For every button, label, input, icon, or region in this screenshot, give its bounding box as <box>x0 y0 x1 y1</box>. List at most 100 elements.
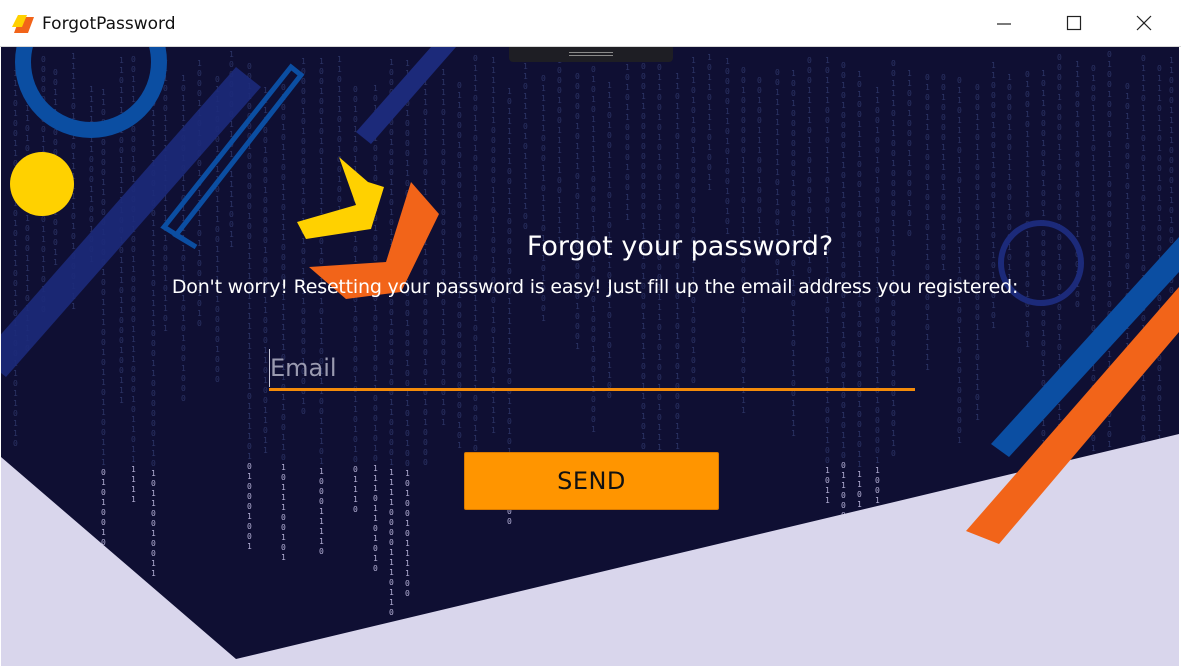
binary-digit: 1 <box>1141 214 1146 223</box>
send-button[interactable]: SEND <box>464 452 719 510</box>
binary-digit: 1 <box>791 399 796 408</box>
binary-digit: 1 <box>405 519 410 528</box>
binary-digit: 1 <box>925 143 930 152</box>
binary-digit: 0 <box>423 298 428 307</box>
binary-digit: 1 <box>247 432 252 441</box>
binary-digit: 0 <box>1025 210 1030 219</box>
binary-digit: 0 <box>119 336 124 345</box>
binary-digit: 1 <box>707 53 712 62</box>
binary-digit: 0 <box>741 106 746 115</box>
binary-digit: 1 <box>441 418 446 427</box>
binary-digit: 1 <box>857 220 862 229</box>
binary-digit: 1 <box>1057 173 1062 182</box>
binary-digit: 1 <box>957 126 962 135</box>
binary-digit: 0 <box>707 93 712 102</box>
yellow-circle-shape <box>10 152 74 216</box>
binary-digit: 1 <box>507 407 512 416</box>
binary-digit: 0 <box>1141 394 1146 403</box>
binary-digit: 0 <box>991 81 996 90</box>
binary-digit: 0 <box>405 499 410 508</box>
binary-digit: 0 <box>423 338 428 347</box>
binary-digit: 0 <box>151 509 156 518</box>
binary-digit: 0 <box>1157 384 1162 393</box>
binary-digit: 0 <box>691 166 696 175</box>
binary-digit: 1 <box>319 457 324 466</box>
binary-digit: 0 <box>1107 130 1112 139</box>
drag-handle[interactable] <box>509 47 673 62</box>
binary-digit: 0 <box>1075 150 1080 159</box>
binary-digit: 1 <box>229 180 234 189</box>
binary-digit: 0 <box>473 54 478 63</box>
binary-digit: 0 <box>1157 64 1162 73</box>
binary-digit: 1 <box>641 102 646 111</box>
binary-digit: 0 <box>825 176 830 185</box>
binary-digit: 0 <box>691 196 696 205</box>
binary-digit: 0 <box>13 209 18 218</box>
binary-digit: 0 <box>373 174 378 183</box>
binary-digit: 0 <box>389 328 394 337</box>
binary-digit: 0 <box>725 167 730 176</box>
binary-digit: 1 <box>101 348 106 357</box>
binary-digit: 0 <box>119 146 124 155</box>
binary-digit: 1 <box>337 65 342 74</box>
binary-digit: 1 <box>119 166 124 175</box>
binary-digit: 0 <box>457 81 462 90</box>
binary-digit: 0 <box>131 305 136 314</box>
close-button[interactable] <box>1109 0 1179 47</box>
binary-digit: 1 <box>353 335 358 344</box>
binary-digit: 0 <box>925 133 930 142</box>
binary-digit: 1 <box>791 309 796 318</box>
binary-digit: 1 <box>891 79 896 88</box>
binary-digit: 0 <box>891 309 896 318</box>
binary-digit: 1 <box>263 146 268 155</box>
minimize-button[interactable] <box>969 0 1039 47</box>
binary-digit: 0 <box>591 85 596 94</box>
binary-digit: 0 <box>825 66 830 75</box>
binary-digit: 0 <box>1075 300 1080 309</box>
binary-digit: 1 <box>825 86 830 95</box>
binary-digit: 1 <box>975 213 980 222</box>
binary-digit: 0 <box>53 138 58 147</box>
binary-digit: 1 <box>353 405 358 414</box>
binary-digit: 1 <box>1007 263 1012 272</box>
binary-digit: 1 <box>657 403 662 412</box>
binary-digit: 1 <box>131 335 136 344</box>
binary-digit: 1 <box>523 92 528 101</box>
binary-digit: 0 <box>607 191 612 200</box>
binary-digit: 0 <box>263 396 268 405</box>
email-input[interactable] <box>269 349 910 387</box>
binary-digit: 1 <box>491 416 496 425</box>
binary-digit: 0 <box>691 126 696 135</box>
binary-digit: 0 <box>151 419 156 428</box>
binary-digit: 0 <box>1107 220 1112 229</box>
binary-digit: 1 <box>473 264 478 273</box>
binary-digit: 0 <box>891 209 896 218</box>
binary-digit: 1 <box>1025 190 1030 199</box>
binary-digit: 1 <box>925 83 930 92</box>
binary-digit: 0 <box>841 91 846 100</box>
binary-digit: 0 <box>657 263 662 272</box>
binary-digit: 0 <box>925 93 930 102</box>
binary-digit: 1 <box>541 104 546 113</box>
binary-digit: 0 <box>925 153 930 162</box>
binary-digit: 1 <box>725 157 730 166</box>
binary-digit: 1 <box>13 89 18 98</box>
binary-digit: 0 <box>263 136 268 145</box>
binary-digit: 1 <box>875 496 880 505</box>
maximize-button[interactable] <box>1039 0 1109 47</box>
binary-digit: 1 <box>707 143 712 152</box>
title-bar[interactable]: ForgotPassword <box>0 0 1181 47</box>
binary-digit: 1 <box>89 185 94 194</box>
binary-digit: 1 <box>229 150 234 159</box>
binary-digit: 0 <box>507 267 512 276</box>
binary-digit: 0 <box>991 141 996 150</box>
binary-digit: 0 <box>875 116 880 125</box>
binary-digit: 0 <box>825 206 830 215</box>
binary-digit: 0 <box>53 68 58 77</box>
binary-digit: 0 <box>389 68 394 77</box>
binary-digit: 0 <box>707 163 712 172</box>
binary-digit: 0 <box>101 158 106 167</box>
binary-digit: 1 <box>131 355 136 364</box>
binary-digit: 1 <box>131 495 136 504</box>
binary-digit: 1 <box>657 213 662 222</box>
